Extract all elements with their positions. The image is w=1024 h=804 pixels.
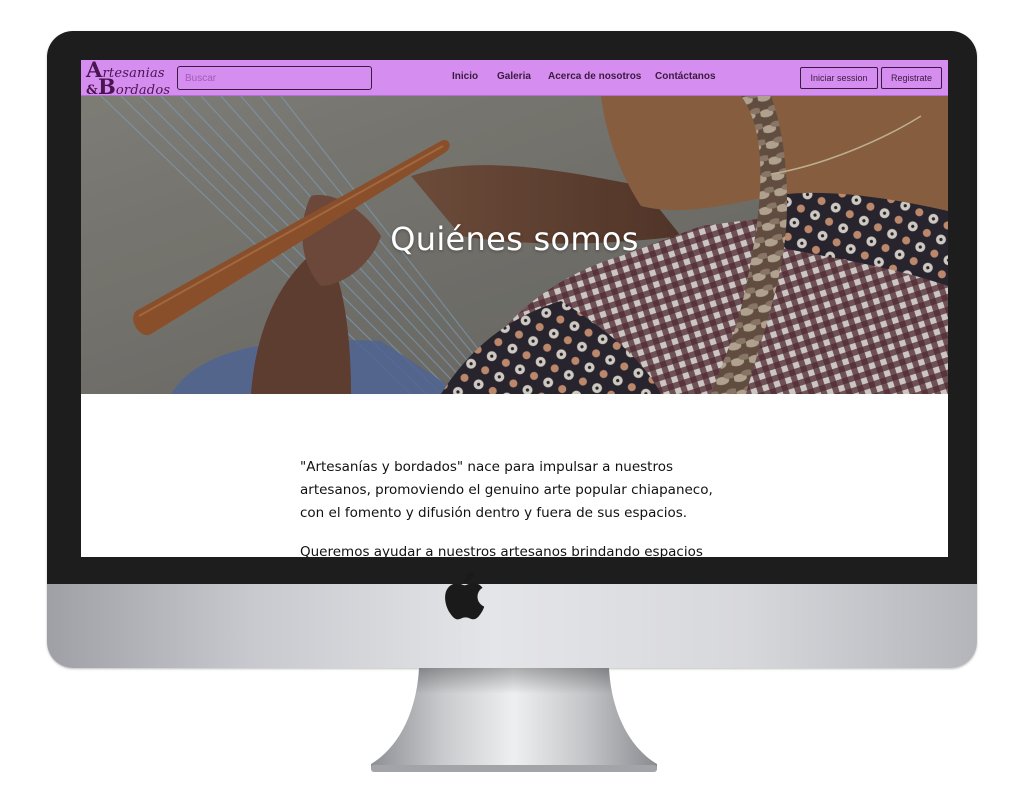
site-logo[interactable]: Artesanias &Bordados bbox=[86, 60, 171, 98]
imac-stand bbox=[371, 668, 657, 772]
about-paragraph-1: "Artesanías y bordados" nace para impuls… bbox=[300, 459, 713, 521]
about-paragraph-2: Queremos ayudar a nuestros artesanos bri… bbox=[300, 544, 703, 557]
nav-link-contactanos[interactable]: Contáctanos bbox=[655, 71, 716, 82]
login-button[interactable]: Iniciar session bbox=[800, 67, 878, 89]
nav-link-galeria[interactable]: Galeria bbox=[497, 71, 531, 82]
navbar: Artesanias &Bordados Inicio Galeria Acer… bbox=[81, 60, 948, 98]
nav-link-acerca[interactable]: Acerca de nosotros bbox=[548, 71, 641, 82]
hero-banner: Quiénes somos bbox=[81, 96, 948, 394]
nav-link-inicio[interactable]: Inicio bbox=[452, 71, 478, 82]
apple-icon bbox=[445, 571, 485, 620]
about-content: "Artesanías y bordados" nace para impuls… bbox=[300, 456, 730, 557]
hero-title: Quiénes somos bbox=[390, 220, 639, 258]
register-button[interactable]: Registrate bbox=[881, 67, 942, 89]
monitor-chin bbox=[47, 584, 977, 668]
search-input[interactable] bbox=[177, 66, 372, 90]
website-screen: Artesanias &Bordados Inicio Galeria Acer… bbox=[81, 60, 948, 557]
